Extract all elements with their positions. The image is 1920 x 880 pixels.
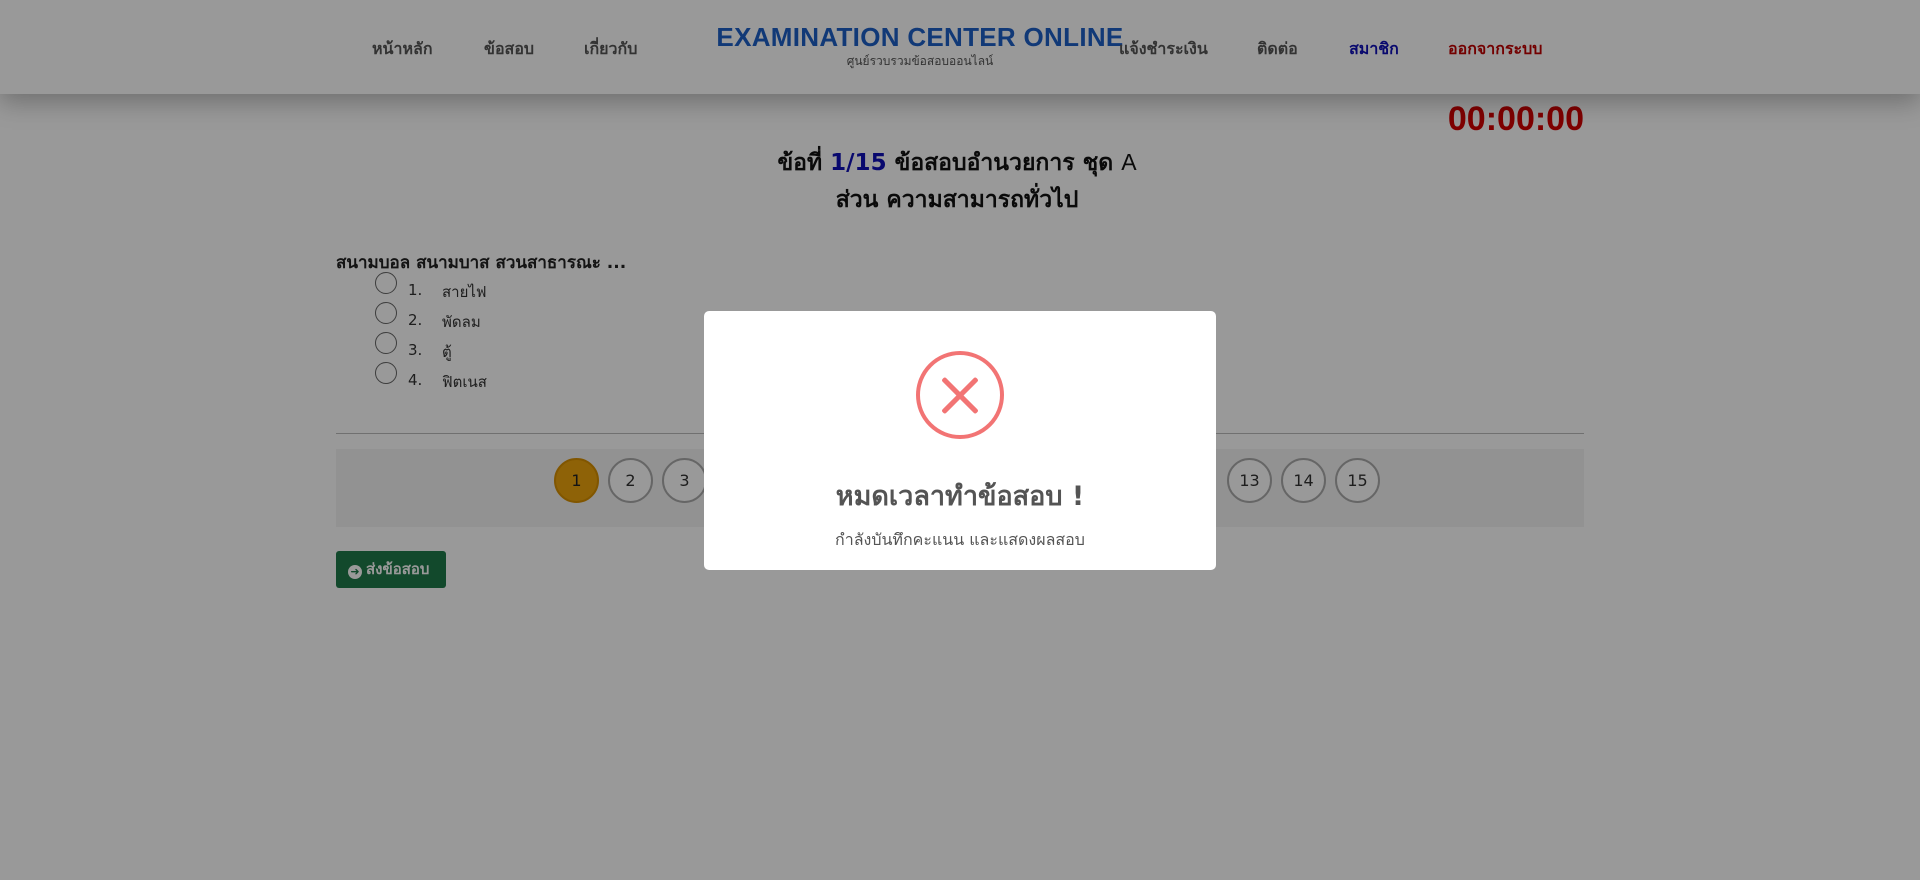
time-up-dialog: หมดเวลาทำข้อสอบ ! กำลังบันทึกคะแนน และแส…	[704, 311, 1216, 570]
dialog-message: กำลังบันทึกคะแนน และแสดงผลสอบ	[835, 530, 1085, 549]
error-x-icon	[916, 351, 1004, 439]
dialog-title: หมดเวลาทำข้อสอบ !	[835, 481, 1085, 512]
